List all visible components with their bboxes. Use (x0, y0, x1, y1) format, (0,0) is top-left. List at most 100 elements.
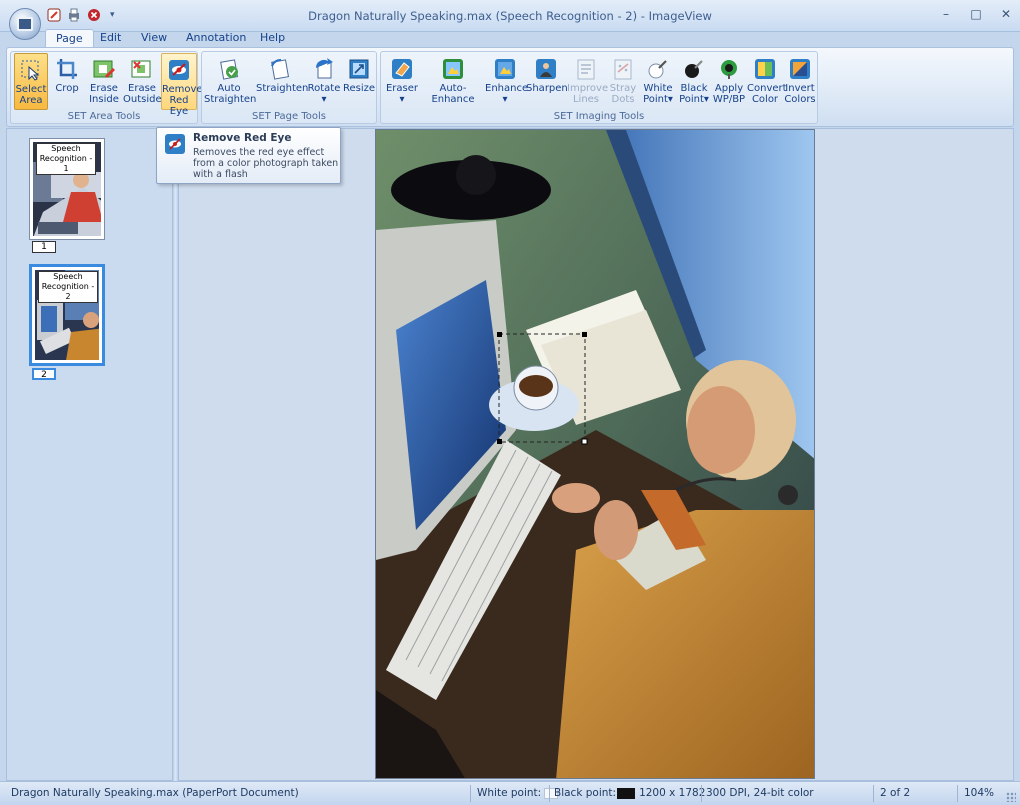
thumbnail-pane: Speech Recognition - 1 1 Speech Recognit… (6, 128, 173, 781)
sharpen-icon (534, 57, 558, 81)
improve-lines-label-2: Lines (572, 94, 600, 105)
resize-button[interactable]: Resize (342, 53, 376, 110)
apply-wpbp-icon (717, 57, 741, 81)
status-dpi: 300 DPI, 24-bit color (706, 787, 814, 799)
tab-annotation[interactable]: Annotation (176, 29, 256, 48)
stray-dots-icon (611, 57, 635, 81)
application-menu-button[interactable] (9, 8, 41, 40)
invert-colors-label-2: Colors (784, 94, 816, 105)
tab-page[interactable]: Page (45, 29, 94, 48)
maximize-button[interactable]: □ (968, 6, 984, 22)
thumbnail-number-1: 1 (32, 241, 56, 253)
auto-enhance-label: Auto-Enhance (431, 83, 475, 105)
tooltip-body: Removes the red eye effect from a color … (193, 147, 339, 180)
tab-help[interactable]: Help (250, 29, 295, 48)
status-dimensions: 1200 x 1782 (639, 787, 706, 799)
select-area-label-1: Select (15, 84, 47, 95)
close-button[interactable]: ✕ (998, 6, 1014, 22)
convert-color-button[interactable]: Convert Color (747, 53, 787, 110)
crop-icon (55, 57, 79, 81)
remove-red-eye-button[interactable]: Remove Red Eye (161, 53, 203, 117)
stray-dots-label-1: Stray (609, 83, 637, 94)
enhance-label: Enhance (485, 83, 529, 94)
convert-color-icon (753, 57, 777, 81)
document-image[interactable] (375, 129, 815, 779)
thumbnail-label-1: Speech Recognition - 1 (36, 143, 96, 175)
eraser-dropdown[interactable]: ▾ (383, 94, 421, 105)
black-point-label: Black point: (554, 787, 617, 799)
auto-straighten-label-2: Straighten (204, 94, 257, 105)
select-area-button[interactable]: Select Area (14, 53, 48, 110)
ribbon: Select Area Crop Erase Inside Erase Outs… (6, 47, 1014, 127)
page-thumbnail-2[interactable]: Speech Recognition - 2 (29, 264, 105, 366)
crop-button[interactable]: Crop (51, 53, 83, 110)
erase-outside-icon (130, 57, 154, 81)
invert-colors-icon (788, 57, 812, 81)
enhance-dropdown[interactable]: ▾ (485, 94, 525, 105)
erase-inside-button[interactable]: Erase Inside (86, 53, 122, 110)
apply-wpbp-label-2: WP/BP (712, 94, 746, 105)
ribbon-tabs: Page Edit View Annotation Help (0, 28, 1020, 48)
status-separator (470, 785, 471, 802)
eraser-button[interactable]: Eraser ▾ (383, 53, 421, 110)
invert-colors-button[interactable]: Invert Colors (783, 53, 817, 110)
resize-icon (347, 57, 371, 81)
select-area-icon (19, 58, 43, 82)
select-area-label-2: Area (19, 95, 43, 106)
erase-outside-button[interactable]: Erase Outside (123, 53, 162, 110)
status-separator (701, 785, 702, 802)
black-point-label-2[interactable]: Point▾ (676, 94, 712, 105)
enhance-button[interactable]: Enhance ▾ (485, 53, 529, 110)
black-point-label-1: Black (680, 83, 708, 94)
status-separator (957, 785, 958, 802)
black-point-icon (682, 57, 706, 81)
status-black-point: Black point: 1200 x 1782 (554, 787, 705, 799)
page-tools-group-label: SET Page Tools (252, 111, 326, 122)
straighten-icon (268, 57, 292, 81)
white-point-label: White point: (477, 787, 542, 799)
tab-view[interactable]: View (131, 29, 177, 48)
auto-straighten-icon (217, 57, 241, 81)
erase-inside-label-1: Erase (90, 83, 118, 94)
straighten-label: Straighten (256, 83, 309, 94)
white-point-icon (646, 57, 670, 81)
remove-red-eye-tooltip-icon (165, 134, 185, 154)
white-point-label-2[interactable]: Point▾ (640, 94, 676, 105)
page-thumbnail-1[interactable]: Speech Recognition - 1 (29, 138, 105, 240)
improve-lines-button[interactable]: Improve Lines (567, 53, 609, 110)
status-zoom[interactable]: 104% (964, 787, 994, 799)
resize-label: Resize (342, 83, 376, 94)
auto-enhance-icon (441, 57, 465, 81)
straighten-button[interactable]: Straighten (256, 53, 309, 110)
rotate-button[interactable]: Rotate ▾ (307, 53, 341, 110)
auto-enhance-button[interactable]: Auto-Enhance (421, 53, 485, 110)
imaging-tools-group-label: SET Imaging Tools (553, 111, 645, 122)
erase-inside-label-2: Inside (89, 94, 119, 105)
group-page-tools: Auto Straighten Straighten Rotate ▾ Resi… (201, 51, 377, 124)
improve-lines-label-1: Improve (567, 83, 609, 94)
eraser-icon (390, 57, 414, 81)
tab-edit[interactable]: Edit (90, 29, 131, 48)
convert-color-label-2: Color (751, 94, 779, 105)
resize-grip-icon[interactable] (1006, 792, 1016, 802)
apply-wpbp-button[interactable]: Apply WP/BP (711, 53, 747, 110)
white-point-button[interactable]: White Point▾ (640, 53, 676, 110)
stray-dots-button[interactable]: Stray Dots (606, 53, 640, 110)
photo-illustration (376, 130, 814, 778)
remove-red-eye-icon (167, 58, 191, 82)
app-logo-icon (17, 17, 33, 31)
crop-label: Crop (55, 83, 79, 94)
rotate-dropdown[interactable]: ▾ (307, 94, 341, 105)
remove-red-eye-label-1: Remove (162, 84, 203, 95)
enhance-icon (493, 57, 517, 81)
erase-outside-label-1: Erase (128, 83, 156, 94)
tooltip-title: Remove Red Eye (193, 132, 292, 144)
sharpen-label: Sharpen (526, 83, 568, 94)
black-point-button[interactable]: Black Point▾ (676, 53, 712, 110)
sharpen-button[interactable]: Sharpen (526, 53, 568, 110)
group-area-tools: Select Area Crop Erase Inside Erase Outs… (10, 51, 203, 124)
rotate-icon (312, 57, 336, 81)
auto-straighten-button[interactable]: Auto Straighten (204, 53, 257, 110)
minimize-button[interactable]: – (938, 6, 954, 22)
window-title: Dragon Naturally Speaking.max (Speech Re… (308, 9, 712, 23)
